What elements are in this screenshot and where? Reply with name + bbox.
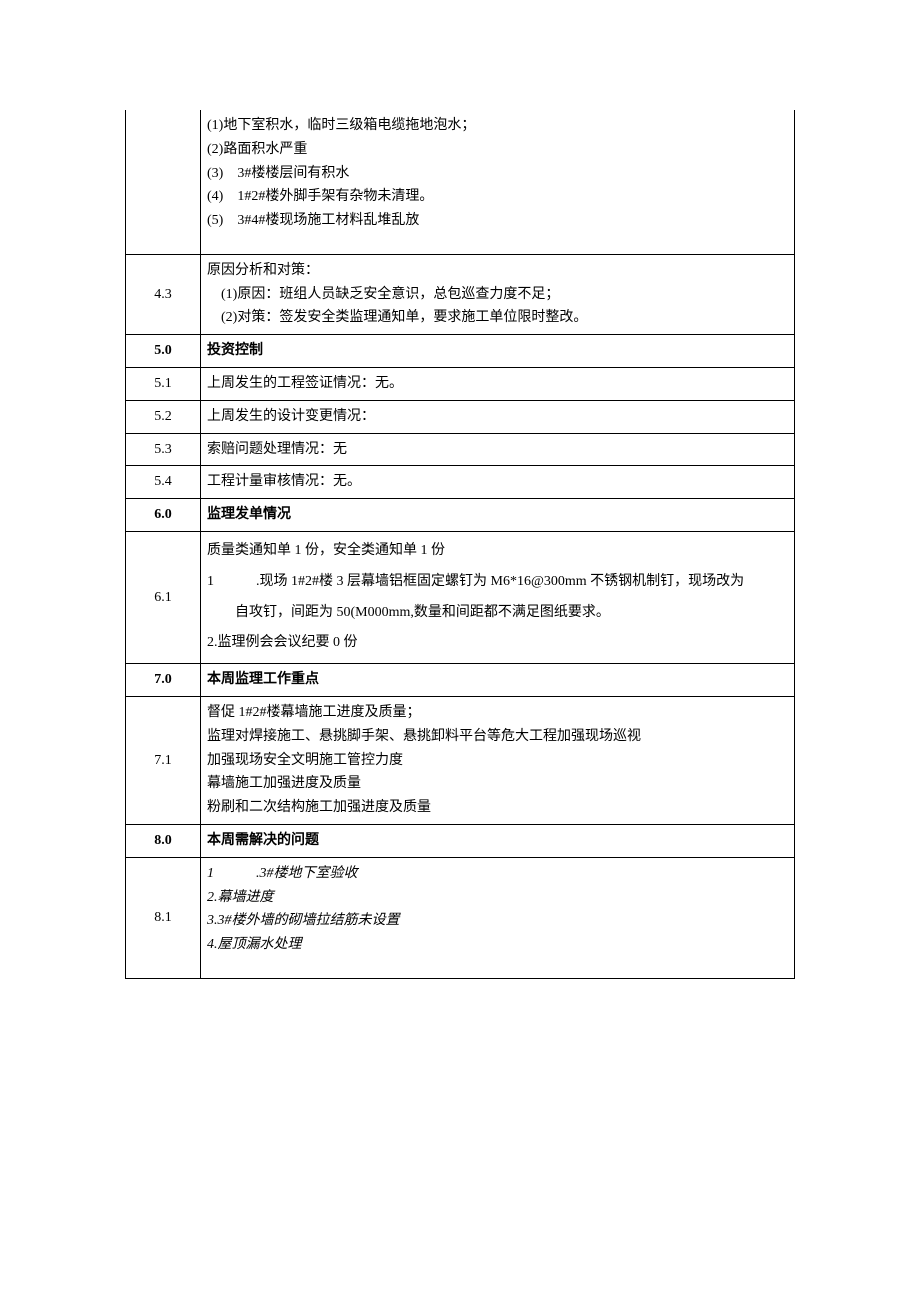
text-line: 自攻钉，间距为 50(M000mm,数量和间距都不满足图纸要求。 [207,598,788,629]
table-row: 7.1 督促 1#2#楼幕墙施工进度及质量； 监理对焊接施工、悬挑脚手架、悬挑卸… [126,696,795,824]
text-line: 粉刷和二次结构施工加强进度及质量 [207,796,788,820]
table-row: 8.0 本周需解决的问题 [126,824,795,857]
text-line: 加强现场安全文明施工管控力度 [207,749,788,773]
row-number: 6.1 [126,531,201,663]
row-content: 监理发单情况 [201,499,795,532]
table-row: (1)地下室积水，临时三级箱电缆拖地泡水； (2)路面积水严重 (3) 3#楼楼… [126,110,795,254]
table-row: 8.1 1 .3#楼地下室验收 2.幕墙进度 3.3#楼外墙的砌墙拉结筋未设置 … [126,857,795,978]
text-line: 质量类通知单 1 份，安全类通知单 1 份 [207,536,788,567]
row-content: 1 .3#楼地下室验收 2.幕墙进度 3.3#楼外墙的砌墙拉结筋未设置 4.屋顶… [201,857,795,978]
text-line: 4.屋顶漏水处理 [207,933,788,957]
row-number: 5.3 [126,433,201,466]
text-line: 1 .3#楼地下室验收 [207,862,788,886]
text-line: 2.幕墙进度 [207,886,788,910]
text-line: 2.监理例会会议纪要 0 份 [207,628,788,659]
text-line: 监理对焊接施工、悬挑脚手架、悬挑卸料平台等危大工程加强现场巡视 [207,725,788,749]
text-line: (1)地下室积水，临时三级箱电缆拖地泡水； [207,114,788,138]
text-line: (2)路面积水严重 [207,138,788,162]
text-line: (2)对策：签发安全类监理通知单，要求施工单位限时整改。 [207,306,788,330]
row-number: 5.1 [126,367,201,400]
row-number: 5.4 [126,466,201,499]
row-content: (1)地下室积水，临时三级箱电缆拖地泡水； (2)路面积水严重 (3) 3#楼楼… [201,110,795,254]
row-number: 6.0 [126,499,201,532]
text-line: 1 .现场 1#2#楼 3 层幕墙铝框固定螺钉为 M6*16@300mm 不锈钢… [207,567,788,598]
row-number: 5.0 [126,335,201,368]
text-line: (1)原因：班组人员缺乏安全意识，总包巡查力度不足； [207,283,788,307]
row-number: 8.0 [126,824,201,857]
row-content: 上周发生的设计变更情况： [201,400,795,433]
row-number: 7.0 [126,664,201,697]
document-page: (1)地下室积水，临时三级箱电缆拖地泡水； (2)路面积水严重 (3) 3#楼楼… [0,0,920,979]
row-content: 质量类通知单 1 份，安全类通知单 1 份 1 .现场 1#2#楼 3 层幕墙铝… [201,531,795,663]
table-row: 5.1 上周发生的工程签证情况：无。 [126,367,795,400]
row-number: 7.1 [126,696,201,824]
row-content: 索赔问题处理情况：无 [201,433,795,466]
table-row: 4.3 原因分析和对策： (1)原因：班组人员缺乏安全意识，总包巡查力度不足； … [126,254,795,334]
text-line: 原因分析和对策： [207,259,788,283]
table-row: 6.0 监理发单情况 [126,499,795,532]
row-content: 原因分析和对策： (1)原因：班组人员缺乏安全意识，总包巡查力度不足； (2)对… [201,254,795,334]
text-line: (5) 3#4#楼现场施工材料乱堆乱放 [207,209,788,233]
row-content: 投资控制 [201,335,795,368]
row-content: 督促 1#2#楼幕墙施工进度及质量； 监理对焊接施工、悬挑脚手架、悬挑卸料平台等… [201,696,795,824]
row-number: 4.3 [126,254,201,334]
table-row: 7.0 本周监理工作重点 [126,664,795,697]
row-number: 8.1 [126,857,201,978]
text-line: (3) 3#楼楼层间有积水 [207,162,788,186]
row-content: 工程计量审核情况：无。 [201,466,795,499]
row-content: 上周发生的工程签证情况：无。 [201,367,795,400]
row-number [126,110,201,254]
text-line: 幕墙施工加强进度及质量 [207,772,788,796]
text-line: 督促 1#2#楼幕墙施工进度及质量； [207,701,788,725]
row-content: 本周需解决的问题 [201,824,795,857]
text-line: (4) 1#2#楼外脚手架有杂物未清理。 [207,185,788,209]
table-row: 5.0 投资控制 [126,335,795,368]
row-number: 5.2 [126,400,201,433]
table-row: 6.1 质量类通知单 1 份，安全类通知单 1 份 1 .现场 1#2#楼 3 … [126,531,795,663]
text-line: 3.3#楼外墙的砌墙拉结筋未设置 [207,909,788,933]
table-row: 5.3 索赔问题处理情况：无 [126,433,795,466]
row-content: 本周监理工作重点 [201,664,795,697]
table-row: 5.2 上周发生的设计变更情况： [126,400,795,433]
table-row: 5.4 工程计量审核情况：无。 [126,466,795,499]
report-table: (1)地下室积水，临时三级箱电缆拖地泡水； (2)路面积水严重 (3) 3#楼楼… [125,110,795,979]
